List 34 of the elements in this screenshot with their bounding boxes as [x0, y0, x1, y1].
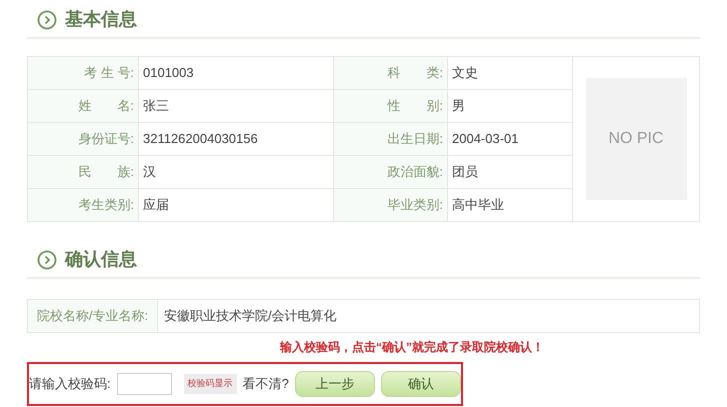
refresh-link[interactable]: 看不清? [242, 374, 289, 394]
annotation-text: 输入校验码，点击“确认”就完成了录取院校确认！ [280, 340, 544, 354]
field-label: 身份证号: [78, 131, 134, 146]
field-label: 院校名称/专业名称: [36, 307, 148, 326]
no-photo-text: NO PIC [608, 129, 664, 149]
field-label: 科 类: [387, 65, 443, 80]
field-value: 团员 [452, 164, 478, 180]
confirm-button[interactable]: 确认 [380, 371, 461, 397]
field-label: 出生日期: [387, 131, 443, 146]
section-title: 确认信息 [65, 248, 137, 271]
captcha-field[interactable] [116, 373, 172, 395]
field-value: 3211262004030156 [143, 131, 258, 146]
field-label: 考 生 号: [84, 65, 134, 80]
section-title: 基本信息 [65, 8, 137, 31]
captcha-image: 校验码显示 [184, 374, 237, 394]
field-value: 高中毕业 [452, 197, 504, 212]
field-value: 张三 [143, 98, 169, 114]
field-value: 0101003 [143, 65, 194, 80]
field-label: 毕业类别: [387, 197, 443, 212]
field-label: 姓 名: [78, 98, 134, 114]
captcha-label: 请输入校验码: [29, 375, 111, 394]
field-value: 应届 [143, 197, 169, 212]
back-button[interactable]: 上一步 [294, 371, 375, 397]
field-value: 2004-03-01 [452, 131, 518, 146]
field-label: 民 族: [78, 164, 134, 180]
chevron-circle-icon [37, 10, 57, 30]
field-label: 考生类别: [78, 197, 134, 212]
field-value: 文史 [452, 65, 478, 80]
field-label: 性 别: [387, 98, 443, 114]
chevron-circle-icon [37, 250, 57, 270]
field-label: 政治面貌: [387, 164, 443, 180]
field-value: 男 [452, 98, 465, 114]
field-value: 汉 [143, 164, 156, 180]
field-value: 安徽职业技术学院/会计电算化 [164, 307, 337, 326]
